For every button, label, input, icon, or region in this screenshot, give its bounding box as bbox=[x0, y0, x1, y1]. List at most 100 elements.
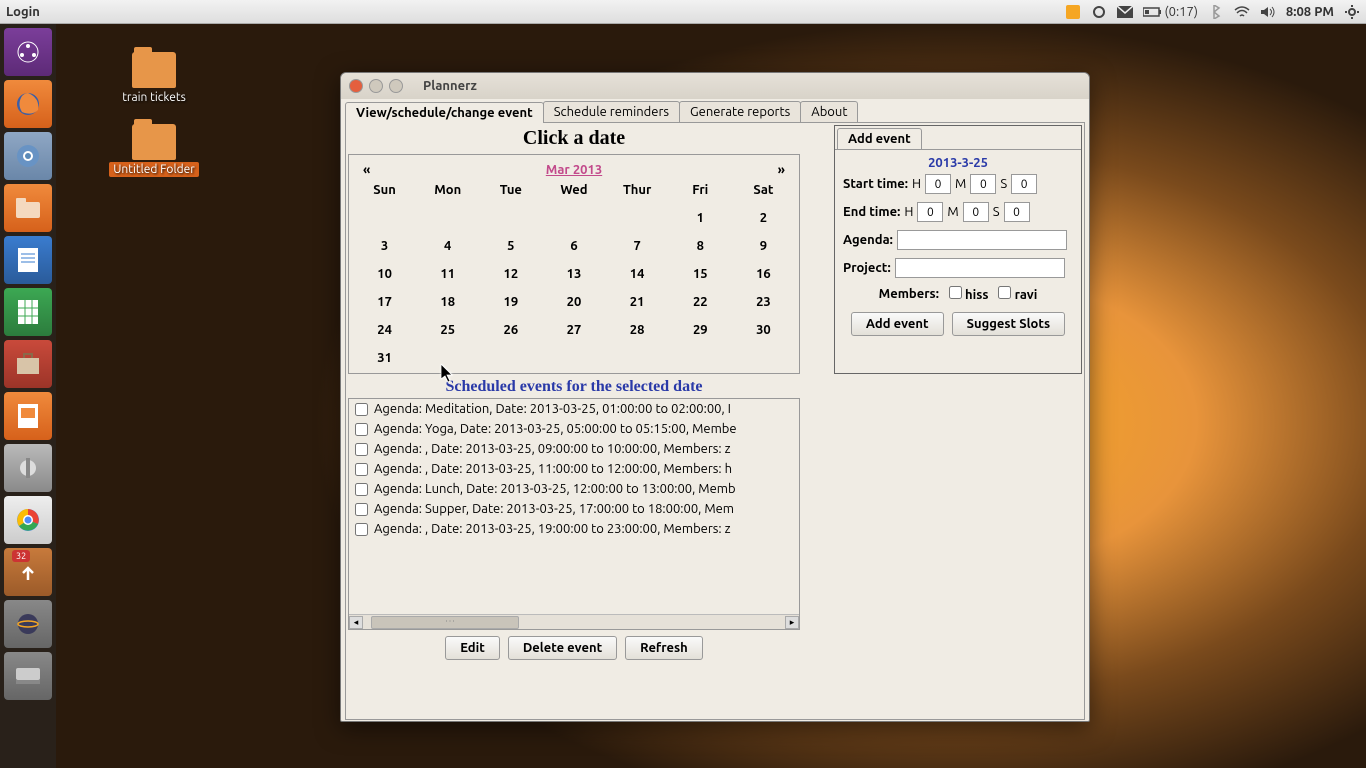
network-icon[interactable] bbox=[1091, 4, 1107, 20]
day-24[interactable]: 24 bbox=[353, 323, 416, 337]
minimize-icon[interactable] bbox=[369, 79, 383, 93]
eclipse-icon[interactable] bbox=[4, 600, 52, 648]
scroll-right-icon[interactable]: ▸ bbox=[785, 616, 799, 629]
end-hour-input[interactable] bbox=[917, 202, 943, 222]
day-14[interactable]: 14 bbox=[606, 267, 669, 281]
delete-event-button[interactable]: Delete event bbox=[508, 636, 617, 660]
event-checkbox[interactable] bbox=[355, 403, 368, 416]
calendar-month[interactable]: Mar 2013 bbox=[546, 163, 602, 177]
day-22[interactable]: 22 bbox=[669, 295, 732, 309]
end-sec-input[interactable] bbox=[1004, 202, 1030, 222]
tab-reminders[interactable]: Schedule reminders bbox=[543, 101, 680, 122]
day-5[interactable]: 5 bbox=[479, 239, 542, 253]
day-25[interactable]: 25 bbox=[416, 323, 479, 337]
writer-icon[interactable] bbox=[4, 236, 52, 284]
day-9[interactable]: 9 bbox=[732, 239, 795, 253]
sound-icon[interactable] bbox=[1260, 4, 1276, 20]
day-15[interactable]: 15 bbox=[669, 267, 732, 281]
calendar-next[interactable]: » bbox=[778, 163, 785, 177]
bluetooth-icon[interactable] bbox=[1208, 4, 1224, 20]
day-23[interactable]: 23 bbox=[732, 295, 795, 309]
start-hour-input[interactable] bbox=[925, 174, 951, 194]
day-1[interactable]: 1 bbox=[669, 211, 732, 225]
tab-view-schedule[interactable]: View/schedule/change event bbox=[345, 102, 544, 123]
day-31[interactable]: 31 bbox=[353, 351, 416, 365]
tab-add-event[interactable]: Add event bbox=[837, 128, 922, 149]
day-2[interactable]: 2 bbox=[732, 211, 795, 225]
maximize-icon[interactable] bbox=[389, 79, 403, 93]
day-8[interactable]: 8 bbox=[669, 239, 732, 253]
day-30[interactable]: 30 bbox=[732, 323, 795, 337]
events-list: Agenda: Meditation, Date: 2013-03-25, 01… bbox=[348, 398, 800, 630]
impress-icon[interactable] bbox=[4, 392, 52, 440]
add-event-button[interactable]: Add event bbox=[851, 312, 944, 336]
day-6[interactable]: 6 bbox=[542, 239, 605, 253]
scroll-thumb[interactable] bbox=[371, 616, 519, 629]
close-icon[interactable] bbox=[349, 79, 363, 93]
gear-icon[interactable] bbox=[1344, 4, 1360, 20]
mail-icon[interactable] bbox=[1117, 4, 1133, 20]
tab-about[interactable]: About bbox=[800, 101, 858, 122]
day-28[interactable]: 28 bbox=[606, 323, 669, 337]
day-29[interactable]: 29 bbox=[669, 323, 732, 337]
calc-icon[interactable] bbox=[4, 288, 52, 336]
chrome-icon[interactable] bbox=[4, 496, 52, 544]
event-checkbox[interactable] bbox=[355, 443, 368, 456]
calendar-box: « Mar 2013 » Sun Mon Tue Wed Thur Fri Sa… bbox=[348, 154, 800, 374]
active-app-menu[interactable]: Login bbox=[6, 5, 40, 19]
day-17[interactable]: 17 bbox=[353, 295, 416, 309]
dow-sat: Sat bbox=[732, 183, 795, 197]
chromium-icon[interactable] bbox=[4, 132, 52, 180]
end-min-input[interactable] bbox=[963, 202, 989, 222]
firefox-icon[interactable] bbox=[4, 80, 52, 128]
desktop-folder-untitled[interactable]: Untitled Folder bbox=[104, 124, 204, 177]
settings-icon[interactable] bbox=[4, 444, 52, 492]
dash-home-icon[interactable] bbox=[4, 28, 52, 76]
agenda-input[interactable] bbox=[897, 230, 1067, 250]
day-19[interactable]: 19 bbox=[479, 295, 542, 309]
clock[interactable]: 8:08 PM bbox=[1286, 5, 1334, 19]
start-min-input[interactable] bbox=[970, 174, 996, 194]
event-checkbox[interactable] bbox=[355, 463, 368, 476]
suggest-slots-button[interactable]: Suggest Slots bbox=[952, 312, 1066, 336]
event-checkbox[interactable] bbox=[355, 523, 368, 536]
refresh-button[interactable]: Refresh bbox=[625, 636, 703, 660]
day-18[interactable]: 18 bbox=[416, 295, 479, 309]
member-hiss-checkbox[interactable] bbox=[949, 286, 962, 299]
updates-icon[interactable]: 32 bbox=[4, 548, 52, 596]
battery-indicator[interactable]: (0:17) bbox=[1143, 5, 1198, 19]
desktop-folder-traintickets[interactable]: train tickets bbox=[104, 52, 204, 105]
files-icon[interactable] bbox=[4, 184, 52, 232]
day-7[interactable]: 7 bbox=[606, 239, 669, 253]
day-27[interactable]: 27 bbox=[542, 323, 605, 337]
day-3[interactable]: 3 bbox=[353, 239, 416, 253]
event-checkbox[interactable] bbox=[355, 483, 368, 496]
tab-reports[interactable]: Generate reports bbox=[679, 101, 801, 122]
wifi-icon[interactable] bbox=[1234, 4, 1250, 20]
amazon-icon[interactable] bbox=[1065, 4, 1081, 20]
day-11[interactable]: 11 bbox=[416, 267, 479, 281]
software-center-icon[interactable] bbox=[4, 340, 52, 388]
calendar-prev[interactable]: « bbox=[363, 163, 370, 177]
day-20[interactable]: 20 bbox=[542, 295, 605, 309]
project-input[interactable] bbox=[895, 258, 1065, 278]
event-checkbox[interactable] bbox=[355, 423, 368, 436]
member-ravi-checkbox[interactable] bbox=[998, 286, 1011, 299]
day-26[interactable]: 26 bbox=[479, 323, 542, 337]
day-10[interactable]: 10 bbox=[353, 267, 416, 281]
start-time-label: Start time: bbox=[843, 177, 908, 191]
edit-button[interactable]: Edit bbox=[445, 636, 500, 660]
scroll-left-icon[interactable]: ◂ bbox=[349, 616, 363, 629]
day-13[interactable]: 13 bbox=[542, 267, 605, 281]
day-16[interactable]: 16 bbox=[732, 267, 795, 281]
events-hscrollbar[interactable]: ◂ ▸ bbox=[349, 614, 799, 629]
day-21[interactable]: 21 bbox=[606, 295, 669, 309]
event-checkbox[interactable] bbox=[355, 503, 368, 516]
window-titlebar[interactable]: Plannerz bbox=[341, 73, 1089, 99]
day-4[interactable]: 4 bbox=[416, 239, 479, 253]
event-row: Agenda: , Date: 2013-03-25, 11:00:00 to … bbox=[349, 459, 799, 479]
day-12[interactable]: 12 bbox=[479, 267, 542, 281]
dow-sun: Sun bbox=[353, 183, 416, 197]
start-sec-input[interactable] bbox=[1011, 174, 1037, 194]
device-icon[interactable] bbox=[4, 652, 52, 700]
